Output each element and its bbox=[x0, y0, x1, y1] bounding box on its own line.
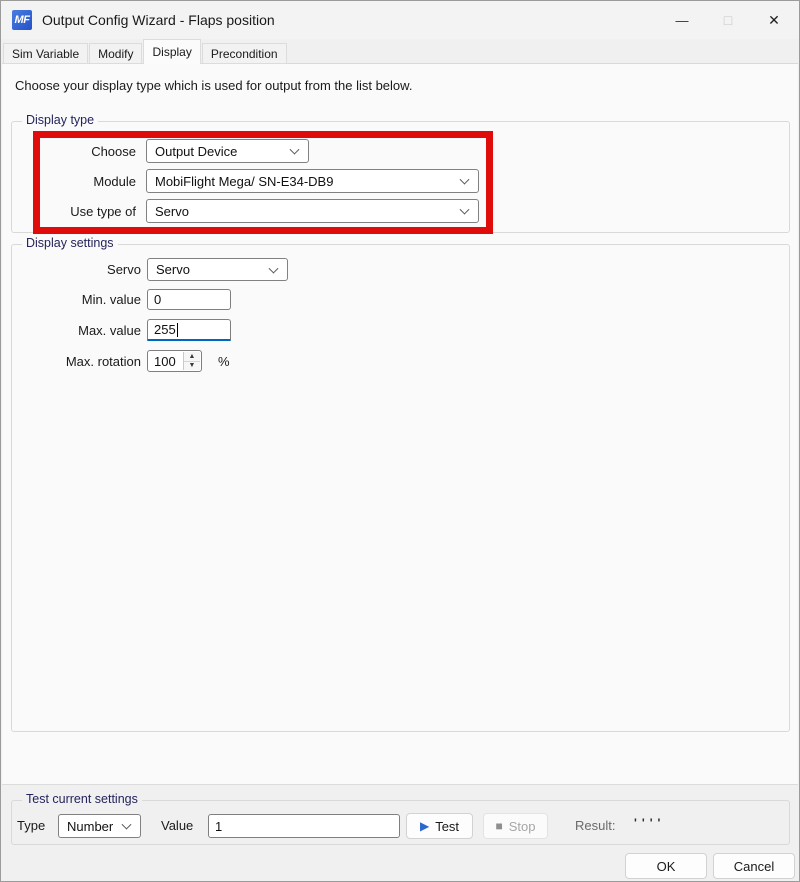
cancel-button[interactable]: Cancel bbox=[713, 853, 795, 879]
display-type-legend: Display type bbox=[22, 113, 98, 127]
chevron-down-icon bbox=[122, 820, 132, 830]
module-dropdown[interactable]: MobiFlight Mega/ SN-E34-DB9 bbox=[146, 169, 479, 193]
max-rotation-stepper[interactable]: 100 ▲ ▼ bbox=[147, 350, 202, 372]
chevron-down-icon bbox=[290, 145, 300, 155]
tab-display[interactable]: Display bbox=[143, 39, 200, 64]
servo-value: Servo bbox=[156, 262, 190, 277]
chevron-down-icon bbox=[460, 205, 470, 215]
tab-precondition[interactable]: Precondition bbox=[202, 43, 287, 64]
display-settings-legend: Display settings bbox=[22, 236, 118, 250]
choose-label: Choose bbox=[41, 144, 136, 159]
min-value-label: Min. value bbox=[41, 292, 141, 307]
app-icon: MF bbox=[12, 10, 32, 30]
text-caret bbox=[177, 323, 178, 337]
stop-icon: ■ bbox=[496, 820, 503, 832]
stepper-down-button[interactable]: ▼ bbox=[184, 362, 200, 371]
max-rotation-label: Max. rotation bbox=[31, 354, 141, 369]
min-value-text: 0 bbox=[154, 292, 161, 307]
min-value-input[interactable]: 0 bbox=[147, 289, 231, 310]
output-config-wizard-window: MF Output Config Wizard - Flaps position… bbox=[0, 0, 800, 882]
tab-sim-variable[interactable]: Sim Variable bbox=[3, 43, 88, 64]
test-button-label: Test bbox=[435, 819, 459, 834]
chevron-down-icon bbox=[460, 175, 470, 185]
stepper-up-button[interactable]: ▲ bbox=[184, 352, 200, 362]
play-icon: ▶ bbox=[420, 820, 429, 832]
instruction-text: Choose your display type which is used f… bbox=[15, 78, 412, 93]
servo-dropdown[interactable]: Servo bbox=[147, 258, 288, 281]
max-value-text: 255 bbox=[154, 322, 176, 337]
use-type-value: Servo bbox=[155, 204, 189, 219]
test-value-input[interactable]: 1 bbox=[208, 814, 400, 838]
choose-display-type-value: Output Device bbox=[155, 144, 237, 159]
close-icon: ✕ bbox=[768, 12, 780, 29]
result-value: '''' bbox=[634, 816, 665, 830]
choose-display-type-dropdown[interactable]: Output Device bbox=[146, 139, 309, 163]
use-type-dropdown[interactable]: Servo bbox=[146, 199, 479, 223]
use-type-label: Use type of bbox=[31, 204, 136, 219]
test-value-label: Value bbox=[161, 818, 199, 833]
display-settings-group: Display settings bbox=[11, 244, 790, 732]
test-value-text: 1 bbox=[215, 819, 222, 834]
maximize-button[interactable]: □ bbox=[705, 1, 751, 39]
max-value-input[interactable]: 255 bbox=[147, 319, 231, 341]
tab-bar: Sim Variable Modify Display Precondition bbox=[3, 39, 288, 64]
window-controls: — □ ✕ bbox=[659, 1, 797, 39]
test-button[interactable]: ▶ Test bbox=[406, 813, 473, 839]
ok-button[interactable]: OK bbox=[625, 853, 707, 879]
window-title: Output Config Wizard - Flaps position bbox=[42, 12, 275, 28]
servo-label: Servo bbox=[41, 262, 141, 277]
result-label: Result: bbox=[575, 818, 615, 833]
chevron-down-icon bbox=[269, 263, 279, 273]
max-value-label: Max. value bbox=[41, 323, 141, 338]
arrow-up-icon: ▲ bbox=[189, 353, 196, 360]
module-label: Module bbox=[41, 174, 136, 189]
test-type-dropdown[interactable]: Number bbox=[58, 814, 141, 838]
tab-modify[interactable]: Modify bbox=[89, 43, 142, 64]
close-button[interactable]: ✕ bbox=[751, 1, 797, 39]
maximize-icon: □ bbox=[724, 12, 732, 28]
max-rotation-text: 100 bbox=[154, 354, 176, 369]
test-type-value: Number bbox=[67, 819, 113, 834]
test-type-label: Type bbox=[17, 818, 49, 833]
minimize-icon: — bbox=[676, 13, 689, 28]
module-value: MobiFlight Mega/ SN-E34-DB9 bbox=[155, 174, 333, 189]
title-bar[interactable]: MF Output Config Wizard - Flaps position… bbox=[1, 1, 799, 39]
arrow-down-icon: ▼ bbox=[189, 362, 196, 369]
minimize-button[interactable]: — bbox=[659, 1, 705, 39]
stop-button-label: Stop bbox=[509, 819, 536, 834]
stop-button[interactable]: ■ Stop bbox=[483, 813, 548, 839]
test-settings-legend: Test current settings bbox=[22, 792, 142, 806]
percent-unit-label: % bbox=[218, 354, 230, 369]
stepper-buttons: ▲ ▼ bbox=[183, 352, 200, 370]
